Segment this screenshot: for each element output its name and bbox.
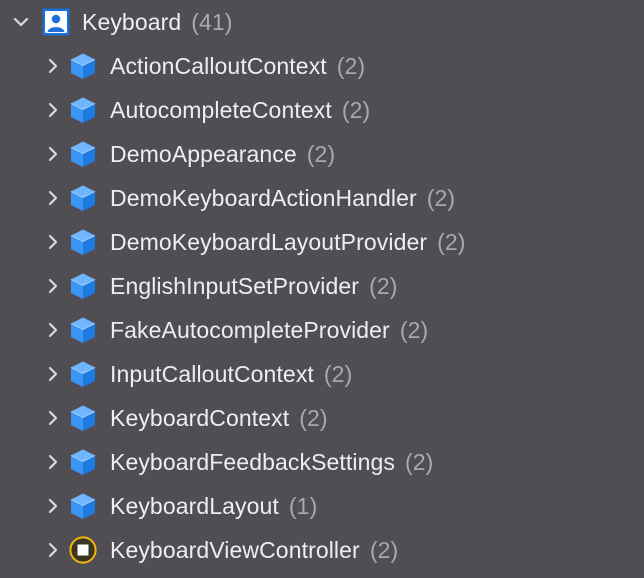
item-count: (2) [369, 273, 398, 299]
chevron-right-icon[interactable] [42, 55, 64, 77]
chevron-right-icon[interactable] [42, 187, 64, 209]
chevron-right-icon[interactable] [42, 275, 64, 297]
class-cube-icon [69, 52, 97, 80]
class-cube-icon [69, 96, 97, 124]
item-count: (2) [369, 537, 399, 563]
class-cube-icon [69, 272, 97, 300]
view-controller-icon [69, 536, 97, 564]
chevron-right-icon[interactable] [42, 231, 64, 253]
list-item[interactable]: InputCalloutContext (2) [0, 352, 644, 396]
list-item[interactable]: KeyboardContext (2) [0, 396, 644, 440]
item-name: DemoKeyboardActionHandler [110, 185, 417, 211]
chevron-right-icon[interactable] [42, 363, 64, 385]
item-count: (2) [341, 97, 371, 123]
item-count: (2) [426, 185, 456, 211]
item-label: EnglishInputSetProvider (2) [110, 264, 397, 308]
item-count: (1) [288, 493, 318, 519]
item-name: AutocompleteContext [110, 97, 332, 123]
chevron-right-icon[interactable] [42, 451, 64, 473]
item-name: EnglishInputSetProvider [110, 273, 360, 299]
item-count: (2) [399, 317, 429, 343]
item-count: (2) [323, 361, 353, 387]
class-cube-icon [69, 492, 97, 520]
list-item[interactable]: KeyboardLayout (1) [0, 484, 644, 528]
item-count: (2) [404, 449, 434, 475]
item-count: (2) [299, 405, 328, 431]
list-item[interactable]: DemoKeyboardActionHandler (2) [0, 176, 644, 220]
group-title: Keyboard [82, 9, 182, 35]
class-cube-icon [69, 140, 97, 168]
item-name: ActionCalloutContext [110, 53, 327, 79]
list-item[interactable]: FakeAutocompleteProvider (2) [0, 308, 644, 352]
item-label: FakeAutocompleteProvider (2) [110, 308, 428, 352]
item-label: ActionCalloutContext (2) [110, 44, 365, 88]
item-label: DemoKeyboardActionHandler (2) [110, 176, 455, 220]
list-item[interactable]: ActionCalloutContext (2) [0, 44, 644, 88]
person-badge-icon [42, 8, 70, 36]
item-name: FakeAutocompleteProvider [110, 317, 390, 343]
class-cube-icon [69, 448, 97, 476]
chevron-right-icon[interactable] [42, 539, 64, 561]
group-row-keyboard[interactable]: Keyboard (41) [0, 0, 644, 44]
list-item[interactable]: DemoAppearance (2) [0, 132, 644, 176]
group-label: Keyboard (41) [82, 0, 233, 44]
chevron-right-icon[interactable] [42, 407, 64, 429]
chevron-right-icon[interactable] [42, 495, 64, 517]
item-name: KeyboardContext [110, 405, 290, 431]
list-item[interactable]: EnglishInputSetProvider (2) [0, 264, 644, 308]
item-name: KeyboardViewController [110, 537, 360, 563]
item-label: KeyboardContext (2) [110, 396, 328, 440]
class-cube-icon [69, 184, 97, 212]
list-item[interactable]: DemoKeyboardLayoutProvider (2) [0, 220, 644, 264]
item-label: InputCalloutContext (2) [110, 352, 352, 396]
class-cube-icon [69, 404, 97, 432]
item-name: DemoKeyboardLayoutProvider [110, 229, 428, 255]
item-label: KeyboardLayout (1) [110, 484, 317, 528]
item-count: (2) [306, 141, 336, 167]
item-label: KeyboardViewController (2) [110, 528, 398, 572]
class-cube-icon [69, 360, 97, 388]
item-name: InputCalloutContext [110, 361, 314, 387]
class-cube-icon [69, 228, 97, 256]
chevron-down-icon[interactable] [10, 11, 32, 33]
item-name: DemoAppearance [110, 141, 297, 167]
group-count: (41) [191, 9, 233, 35]
item-name: KeyboardFeedbackSettings [110, 449, 395, 475]
item-label: DemoAppearance (2) [110, 132, 335, 176]
item-label: KeyboardFeedbackSettings (2) [110, 440, 433, 484]
chevron-right-icon[interactable] [42, 143, 64, 165]
list-item[interactable]: KeyboardViewController (2) [0, 528, 644, 572]
list-item[interactable]: AutocompleteContext (2) [0, 88, 644, 132]
outline-tree: Keyboard (41) ActionCalloutContext (2) Aut… [0, 0, 644, 578]
class-cube-icon [69, 316, 97, 344]
item-label: AutocompleteContext (2) [110, 88, 370, 132]
chevron-right-icon[interactable] [42, 99, 64, 121]
item-count: (2) [336, 53, 366, 79]
item-count: (2) [437, 229, 466, 255]
chevron-right-icon[interactable] [42, 319, 64, 341]
item-label: DemoKeyboardLayoutProvider (2) [110, 220, 466, 264]
list-item[interactable]: KeyboardFeedbackSettings (2) [0, 440, 644, 484]
item-name: KeyboardLayout [110, 493, 279, 519]
